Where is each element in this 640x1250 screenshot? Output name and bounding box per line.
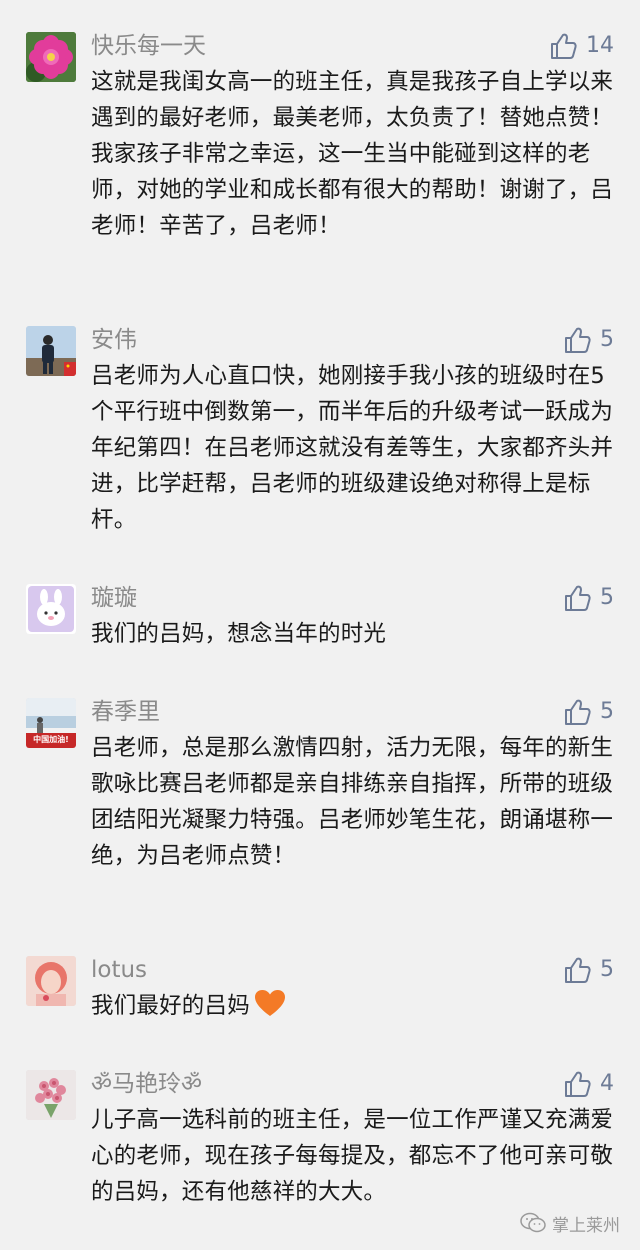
thumbs-up-icon xyxy=(565,957,591,983)
like-count: 4 xyxy=(600,1071,614,1096)
bouquet-avatar-image xyxy=(26,1070,76,1120)
person-avatar-image xyxy=(26,326,76,376)
avatar[interactable] xyxy=(26,584,76,634)
thumbs-up-icon xyxy=(565,585,591,611)
avatar-caption: 中国加油! xyxy=(33,735,69,744)
avatar[interactable] xyxy=(26,326,76,376)
username[interactable]: lotus xyxy=(91,952,147,988)
thumbs-up-icon xyxy=(565,1071,591,1097)
comment-text: 我们最好的吕妈 xyxy=(91,988,618,1024)
watermark: 掌上莱州 xyxy=(520,1208,620,1238)
thumbs-up-icon xyxy=(551,33,577,59)
like-button[interactable]: 5 xyxy=(562,580,614,616)
username[interactable]: 快乐每一天 xyxy=(91,28,206,64)
thumbs-up-icon xyxy=(565,699,591,725)
like-button[interactable]: 5 xyxy=(562,952,614,988)
flower-avatar-image xyxy=(26,32,76,82)
portrait-avatar-image xyxy=(26,956,76,1006)
like-button[interactable]: 14 xyxy=(548,28,614,64)
cartoon-avatar-image xyxy=(26,584,76,634)
wechat-icon xyxy=(520,1212,546,1233)
comment-text-content: 我们最好的吕妈 xyxy=(91,993,250,1019)
like-count: 5 xyxy=(600,327,614,352)
like-count: 5 xyxy=(600,957,614,982)
avatar[interactable] xyxy=(26,32,76,82)
comment-text: 吕老师为人心直口快，她刚接手我小孩的班级时在5个平行班中倒数第一，而半年后的升级… xyxy=(91,363,614,533)
username[interactable]: 璇璇 xyxy=(91,580,137,616)
username[interactable]: ॐ马艳玲ॐ xyxy=(91,1066,202,1102)
like-count: 5 xyxy=(600,585,614,610)
like-count: 14 xyxy=(586,33,614,58)
comment-text: 这就是我闺女高一的班主任，真是我孩子自上学以来遇到的最好老师，最美老师，太负责了… xyxy=(91,69,614,239)
username[interactable]: 安伟 xyxy=(91,322,137,358)
like-button[interactable]: 5 xyxy=(562,694,614,730)
thumbs-up-icon xyxy=(565,327,591,353)
comment-text: 吕老师，总是那么激情四射，活力无限，每年的新生歌咏比赛吕老师都是亲自排练亲自指挥… xyxy=(91,735,614,869)
avatar[interactable] xyxy=(26,956,76,1006)
avatar[interactable]: 中国加油! xyxy=(26,698,76,748)
watermark-text: 掌上莱州 xyxy=(552,1215,620,1236)
like-button[interactable]: 4 xyxy=(562,1066,614,1102)
comment-text: 我们的吕妈，想念当年的时光 xyxy=(91,621,387,647)
comment-text: 儿子高一选科前的班主任，是一位工作严谨又充满爱心的老师，现在孩子每每提及，都忘不… xyxy=(91,1107,614,1205)
like-button[interactable]: 5 xyxy=(562,322,614,358)
username[interactable]: 春季里 xyxy=(91,694,160,730)
avatar[interactable] xyxy=(26,1070,76,1120)
like-count: 5 xyxy=(600,699,614,724)
orange-heart-icon xyxy=(254,990,285,1016)
